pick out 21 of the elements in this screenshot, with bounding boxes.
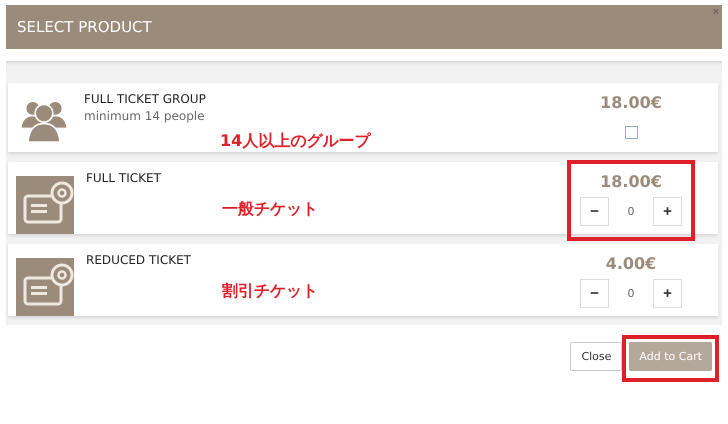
annotation-text: 割引チケット — [222, 281, 319, 302]
annotation-text: 14人以上のグループ — [220, 131, 372, 152]
dialog-title: SELECT PRODUCT — [17, 18, 152, 36]
email-card-icon — [16, 258, 74, 316]
price: 18.00€ — [600, 172, 662, 191]
product-name: REDUCED TICKET — [86, 253, 192, 267]
checkbox[interactable] — [624, 126, 638, 139]
price: 18.00€ — [600, 93, 662, 112]
product-name: FULL TICKET — [86, 171, 162, 185]
annotation-text: 一般チケット — [222, 199, 319, 220]
product-subtitle: minimum 14 people — [84, 109, 206, 123]
close-button[interactable]: Close — [570, 342, 622, 371]
product-name: FULL TICKET GROUP — [84, 92, 207, 106]
minus-button[interactable]: − — [580, 279, 609, 308]
price: 4.00€ — [606, 254, 656, 273]
quantity-value: 0 — [626, 205, 636, 218]
minus-button[interactable]: − — [580, 197, 609, 226]
plus-button[interactable]: + — [653, 197, 682, 226]
quantity-value: 0 — [626, 287, 636, 300]
plus-button[interactable]: + — [653, 279, 682, 308]
email-card-icon — [16, 176, 74, 234]
